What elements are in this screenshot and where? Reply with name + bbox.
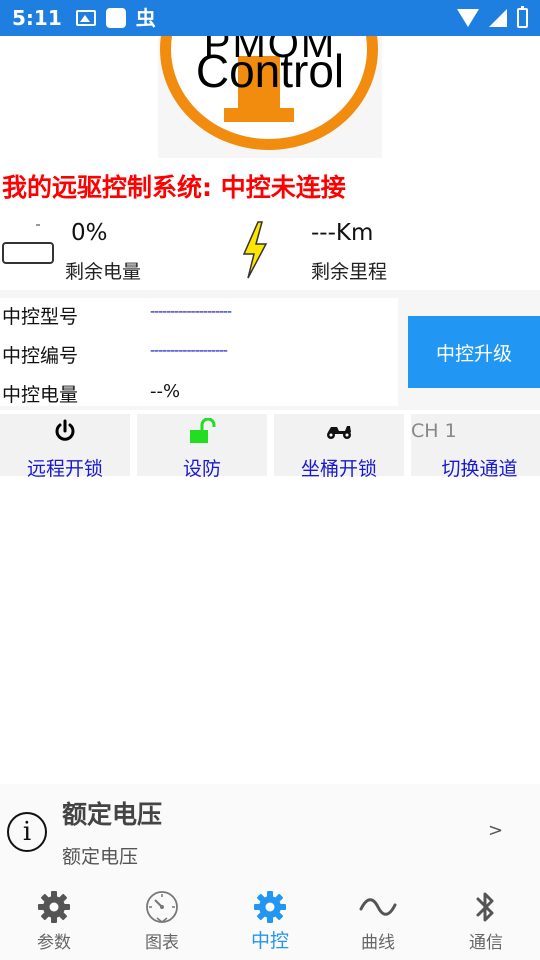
battery-percent: 0% xyxy=(71,220,108,246)
nav-item-control[interactable]: 中控 xyxy=(216,880,324,960)
remote-unlock-button[interactable]: 远程开锁 xyxy=(0,414,130,480)
app-root: 5:11 虫 PMOM Control 我的远驱控制系统: 中控未连接 0% 剩… xyxy=(0,0,540,960)
controller-model-value: -------------------- xyxy=(150,304,232,320)
nav-item-comms[interactable]: 通信 xyxy=(432,880,540,960)
lightning-bolt-icon xyxy=(242,221,268,279)
app-square-icon xyxy=(105,8,126,28)
battery-level-icon xyxy=(2,242,54,264)
mileage-value: ---Km xyxy=(311,220,374,246)
wave-icon xyxy=(324,888,432,926)
battery-cap xyxy=(36,224,40,226)
channel-value: CH 1 xyxy=(411,420,457,442)
bluetooth-icon xyxy=(432,888,540,926)
nav-label-params: 参数 xyxy=(37,933,71,953)
switch-channel-label: 切换通道 xyxy=(441,458,518,480)
chevron-right-icon[interactable]: > xyxy=(488,820,503,841)
arm-button[interactable]: 设防 xyxy=(137,414,267,480)
logo-text: Control xyxy=(195,45,345,97)
controller-serial-value: ------------------- xyxy=(150,343,228,359)
nav-label-control: 中控 xyxy=(250,930,289,952)
remote-unlock-label: 远程开锁 xyxy=(26,458,103,480)
scooter-icon xyxy=(274,418,404,444)
nav-label-curves: 曲线 xyxy=(361,933,395,953)
controller-power-value: --% xyxy=(150,381,181,402)
nav-item-charts[interactable]: 图表 xyxy=(108,880,216,960)
signal-icon xyxy=(489,9,507,27)
bug-icon: 虫 xyxy=(135,6,156,30)
status-bar: 5:11 虫 xyxy=(0,0,540,36)
controller-model-label: 中控型号 xyxy=(2,306,79,328)
rated-voltage-subtitle: 额定电压 xyxy=(62,846,139,868)
seat-unlock-label: 坐桶开锁 xyxy=(300,458,377,480)
mileage-label: 剩余里程 xyxy=(311,261,388,283)
battery-label: 剩余电量 xyxy=(65,261,142,283)
nav-label-charts: 图表 xyxy=(145,933,179,953)
switch-channel-button[interactable]: CH 1 切换通道 xyxy=(411,414,540,480)
status-system-icons xyxy=(457,6,528,28)
gauge-icon xyxy=(108,888,216,926)
power-icon xyxy=(0,418,130,444)
arm-label: 设防 xyxy=(182,458,221,480)
controller-serial-label: 中控编号 xyxy=(2,345,79,367)
logo-base xyxy=(224,108,294,122)
gear-active-icon xyxy=(216,888,324,926)
controller-upgrade-button[interactable]: 中控升级 xyxy=(408,316,540,388)
status-time: 5:11 xyxy=(12,6,62,30)
app-logo: PMOM Control xyxy=(158,36,382,158)
status-notification-icons: 虫 xyxy=(75,6,156,30)
info-icon: i xyxy=(7,812,47,852)
content-area xyxy=(0,478,540,782)
nav-label-comms: 通信 xyxy=(469,933,503,953)
unlocked-padlock-icon xyxy=(137,418,267,444)
system-status-title: 我的远驱控制系统: 中控未连接 xyxy=(2,173,346,202)
nav-item-curves[interactable]: 曲线 xyxy=(324,880,432,960)
seat-unlock-button[interactable]: 坐桶开锁 xyxy=(274,414,404,480)
nav-item-params[interactable]: 参数 xyxy=(0,880,108,960)
gear-icon xyxy=(0,888,108,926)
controller-power-label: 中控电量 xyxy=(2,384,79,406)
image-icon xyxy=(75,10,96,26)
battery-status-icon xyxy=(517,6,528,28)
wifi-icon xyxy=(457,9,479,27)
rated-voltage-title: 额定电压 xyxy=(62,800,163,829)
